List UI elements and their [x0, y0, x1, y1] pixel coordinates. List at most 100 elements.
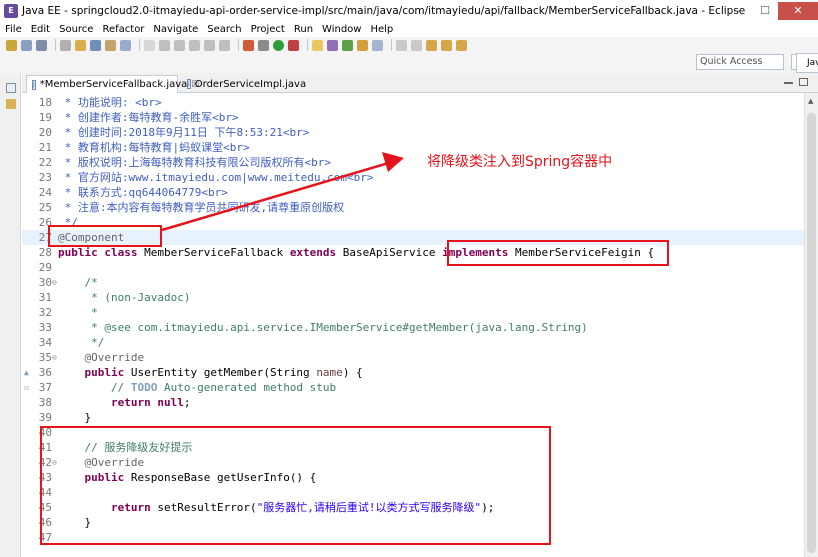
- code-text: *: [58, 306, 98, 319]
- restore-icon[interactable]: [6, 83, 16, 93]
- scroll-up-icon[interactable]: ▲: [808, 97, 813, 105]
- code-line: 34 */: [22, 335, 804, 350]
- code-text: * 联系方式:qq644064779<br>: [58, 186, 228, 199]
- fold-collapse-icon[interactable]: ⊖: [52, 350, 57, 365]
- menu-project[interactable]: Project: [251, 24, 285, 35]
- main-toolbar: [0, 37, 818, 53]
- quick-access-row: Quick Access: [0, 53, 818, 73]
- new-java-project-icon[interactable]: [312, 39, 323, 51]
- window-controls: — ☐ ✕: [726, 0, 818, 20]
- open-folder-icon[interactable]: [357, 39, 368, 51]
- code-text: */: [58, 336, 105, 349]
- scrollbar-thumb[interactable]: [807, 113, 816, 553]
- menu-search[interactable]: Search: [207, 24, 241, 35]
- code-text: BaseApiService: [336, 246, 443, 259]
- debug-marker-icon[interactable]: [90, 39, 101, 51]
- previous-annotation-icon[interactable]: [411, 39, 422, 51]
- skip-breakpoints-icon[interactable]: [144, 39, 155, 51]
- last-edit-icon[interactable]: [426, 39, 437, 51]
- new-package-icon[interactable]: [327, 39, 338, 51]
- code-text: * 创建时间:2018年9月11日 下午8:53:21<br>: [58, 126, 310, 139]
- menu-window[interactable]: Window: [322, 24, 361, 35]
- java-file-icon: J: [187, 79, 191, 89]
- menu-source[interactable]: Source: [59, 24, 93, 35]
- tab-order-service-impl[interactable]: J OrderServiceImpl.java: [182, 75, 308, 93]
- quick-access-input[interactable]: Quick Access: [696, 54, 784, 70]
- code-line: 19 * 创建作者:每特教育-余胜军<br>: [22, 110, 804, 125]
- save-icon[interactable]: [21, 39, 32, 51]
- code-line: 22 * 版权说明:上海每特教育科技有限公司版权所有<br>: [22, 155, 804, 170]
- run-icon[interactable]: [273, 39, 284, 51]
- menu-help[interactable]: Help: [370, 24, 393, 35]
- terminate-icon[interactable]: [189, 39, 200, 51]
- highlight-implements-box: [447, 240, 669, 266]
- task-icon[interactable]: [105, 39, 116, 51]
- line-number: 23: [38, 171, 52, 184]
- line-number: 24: [38, 186, 52, 199]
- menu-file[interactable]: File: [5, 24, 22, 35]
- fold-collapse-icon[interactable]: ⊖: [52, 275, 57, 290]
- save-all-icon[interactable]: [36, 39, 47, 51]
- code-line: 31 * (non-Javadoc): [22, 290, 804, 305]
- tab-member-service-fallback[interactable]: J *MemberServiceFallback.java ☒: [26, 75, 199, 93]
- forward-icon[interactable]: [456, 39, 467, 51]
- next-annotation-icon[interactable]: [396, 39, 407, 51]
- code-todo: TODO: [130, 381, 158, 394]
- settings-icon[interactable]: [258, 39, 269, 51]
- code-line: 21 * 教育机构:每特教育|蚂蚁课堂<br>: [22, 140, 804, 155]
- build-icon[interactable]: [75, 39, 86, 51]
- minimize-button[interactable]: —: [726, 2, 752, 20]
- code-line: 20 * 创建时间:2018年9月11日 下午8:53:21<br>: [22, 125, 804, 140]
- vertical-scrollbar[interactable]: ▲: [804, 93, 818, 557]
- open-type-icon[interactable]: [243, 39, 254, 51]
- step-into-icon[interactable]: [204, 39, 215, 51]
- code-text: * 官方网站:www.itmayiedu.com|www.meitedu.com…: [58, 171, 374, 184]
- toolbar-separator: [238, 39, 239, 51]
- code-line: ☑ 37 // TODO Auto-generated method stub: [22, 380, 804, 395]
- menu-run[interactable]: Run: [294, 24, 313, 35]
- step-over-icon[interactable]: [219, 39, 230, 51]
- menu-refactor[interactable]: Refactor: [102, 24, 144, 35]
- toolbar-separator: [55, 39, 56, 51]
- menu-navigate[interactable]: Navigate: [153, 24, 198, 35]
- search-icon[interactable]: [372, 39, 383, 51]
- code-line: 33 * @see com.itmayiedu.api.service.IMem…: [22, 320, 804, 335]
- minimize-editor-icon[interactable]: [784, 82, 793, 84]
- code-text: * (non-Javadoc): [58, 291, 191, 304]
- package-explorer-icon[interactable]: [6, 99, 16, 109]
- resume-icon[interactable]: [159, 39, 170, 51]
- code-text: * @see com.itmayiedu.api.service.IMember…: [58, 321, 588, 334]
- code-text: }: [58, 411, 92, 424]
- server-icon[interactable]: [120, 39, 131, 51]
- menu-edit[interactable]: Edit: [31, 24, 50, 35]
- back-icon[interactable]: [441, 39, 452, 51]
- left-trim-stack: [0, 73, 21, 557]
- editor-tab-bar: J *MemberServiceFallback.java ☒ J OrderS…: [22, 73, 818, 93]
- toolbar-separator: [139, 39, 140, 51]
- code-line: 38 return null;: [22, 395, 804, 410]
- maximize-editor-icon[interactable]: [799, 78, 808, 86]
- maximize-button[interactable]: ☐: [752, 2, 778, 20]
- line-number: 32: [38, 306, 52, 319]
- code-comment: //: [58, 381, 131, 394]
- line-number: 38: [38, 396, 52, 409]
- new-icon[interactable]: [6, 39, 17, 51]
- new-class-icon[interactable]: [342, 39, 353, 51]
- close-button[interactable]: ✕: [778, 2, 818, 20]
- line-number: 31: [38, 291, 52, 304]
- code-text: MemberServiceFallback: [137, 246, 290, 259]
- code-line: 24 * 联系方式:qq644064779<br>: [22, 185, 804, 200]
- line-number: 28: [38, 246, 52, 259]
- code-line: 30 ⊖ /*: [22, 275, 804, 290]
- print-icon[interactable]: [60, 39, 71, 51]
- code-line: 25 * 注意:本内容有每特教育学员共同研发,请尊重原创版权: [22, 200, 804, 215]
- toolbar-separator: [391, 39, 392, 51]
- suspend-icon[interactable]: [174, 39, 185, 51]
- perspective-java-ee[interactable]: Jav: [796, 53, 818, 73]
- tab-label: OrderServiceImpl.java: [194, 78, 307, 90]
- window-title-bar: E Java EE - springcloud2.0-itmayiedu-api…: [0, 0, 818, 22]
- code-keyword: return null: [58, 396, 184, 409]
- line-number: 29: [38, 261, 52, 274]
- menu-bar: File Edit Source Refactor Navigate Searc…: [0, 22, 818, 37]
- external-tools-icon[interactable]: [288, 39, 299, 51]
